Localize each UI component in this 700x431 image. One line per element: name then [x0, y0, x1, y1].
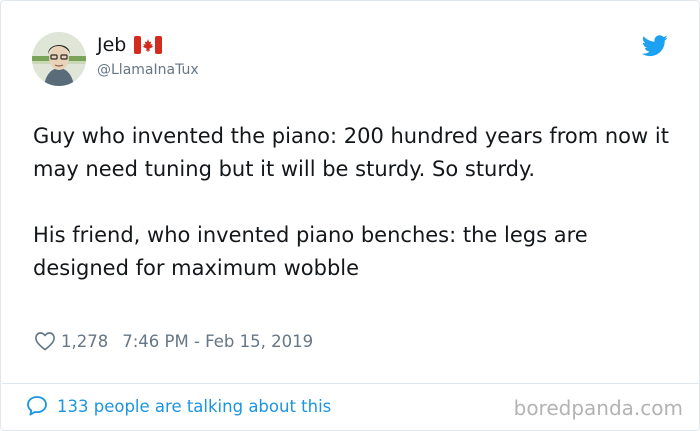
conversation-link[interactable]: 133 people are talking about this — [25, 394, 331, 418]
like-count[interactable]: 1,278 — [61, 332, 108, 351]
user-handle[interactable]: @LlamaInaTux — [97, 62, 199, 78]
canada-flag-icon — [134, 36, 163, 54]
author-name-row[interactable]: Jeb — [97, 34, 163, 56]
tweet-card: Jeb @LlamaInaTux Guy who invented the pi… — [0, 0, 700, 431]
tweet-meta: 1,278 7:46 PM - Feb 15, 2019 — [34, 331, 313, 351]
speech-bubble-icon — [27, 396, 47, 416]
tweet-paragraph: Guy who invented the piano: 200 hundred … — [33, 124, 669, 181]
twitter-bird-icon[interactable] — [642, 35, 668, 57]
tweet-timestamp[interactable]: 7:46 PM - Feb 15, 2019 — [122, 332, 313, 351]
tweet-paragraph: His friend, who invented piano benches: … — [33, 223, 588, 280]
tweet-text: Guy who invented the piano: 200 hundred … — [33, 120, 673, 285]
conversation-text: 133 people are talking about this — [57, 396, 332, 416]
divider — [2, 383, 699, 384]
display-name[interactable]: Jeb — [97, 34, 126, 56]
avatar-image — [32, 32, 86, 86]
avatar[interactable] — [32, 32, 86, 86]
heart-icon[interactable] — [34, 331, 56, 351]
watermark: boredpanda.com — [513, 396, 683, 420]
